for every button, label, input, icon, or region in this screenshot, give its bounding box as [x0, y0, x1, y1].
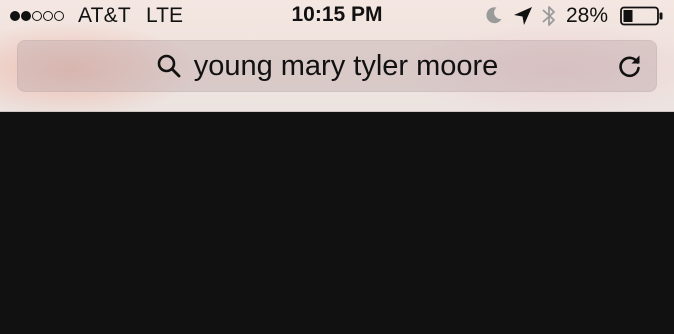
status-bar: AT&T LTE 10:15 PM 28% — [0, 0, 674, 32]
phone-screen: AT&T LTE 10:15 PM 28% young mary tyler m… — [0, 0, 674, 334]
bluetooth-icon — [542, 6, 555, 26]
moon-icon — [486, 7, 502, 24]
search-icon — [157, 54, 181, 78]
battery-level-fill — [623, 10, 633, 22]
battery-icon — [620, 6, 663, 26]
web-page-content — [0, 112, 674, 334]
address-search-bar[interactable]: young mary tyler moore — [17, 40, 657, 92]
browser-chrome: AT&T LTE 10:15 PM 28% young mary tyler m… — [0, 0, 674, 112]
location-arrow-icon — [514, 7, 532, 25]
search-field[interactable]: young mary tyler moore — [17, 40, 657, 92]
search-query-text[interactable]: young mary tyler moore — [194, 50, 499, 83]
reload-icon[interactable] — [617, 53, 643, 79]
battery-percentage: 28% — [566, 4, 609, 27]
